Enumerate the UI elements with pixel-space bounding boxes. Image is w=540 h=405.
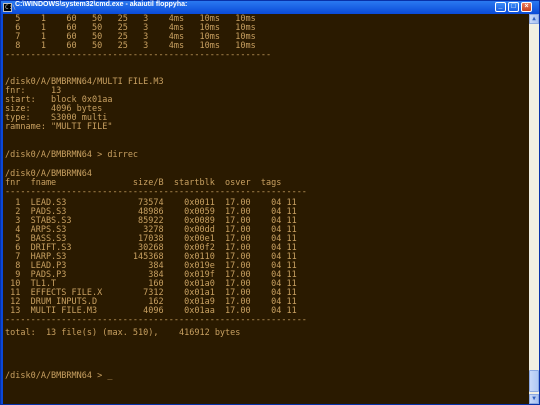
- close-icon: ×: [524, 3, 529, 10]
- minimize-button[interactable]: _: [495, 2, 506, 12]
- scroll-up-button[interactable]: ▲: [529, 14, 539, 24]
- minimize-icon: _: [498, 3, 503, 10]
- console-line: /disk0/A/BMBRMN64 > dirrec: [5, 150, 139, 160]
- maximize-icon: □: [511, 3, 516, 10]
- scroll-up-arrow-icon: ▲: [532, 15, 536, 22]
- cmd-icon[interactable]: C:\: [3, 3, 16, 12]
- window-title: C:\WINDOWS\system32\cmd.exe - akaiutil f…: [15, 1, 188, 8]
- console-window: C:\ C:\WINDOWS\system32\cmd.exe - akaiut…: [0, 0, 540, 405]
- console-line: ----------------------------------------…: [5, 50, 272, 60]
- console-output[interactable]: 5 1 60 50 25 3 4ms 10ms 10ms 6 1 60 50 2…: [3, 14, 529, 404]
- scroll-down-button[interactable]: ▼: [529, 394, 539, 404]
- close-button[interactable]: ×: [521, 2, 532, 12]
- maximize-button[interactable]: □: [508, 2, 519, 12]
- total-summary: total: 13 file(s) (max. 510), 416912 byt…: [5, 328, 241, 338]
- console-line: ----------------------------------------…: [5, 187, 307, 197]
- scroll-down-arrow-icon: ▼: [532, 395, 536, 402]
- command-prompt[interactable]: /disk0/A/BMBRMN64 > _: [5, 371, 112, 382]
- title-bar[interactable]: C:\ C:\WINDOWS\system32\cmd.exe - akaiut…: [1, 1, 539, 14]
- vertical-scrollbar[interactable]: ▲ ▼: [529, 14, 539, 404]
- scrollbar-thumb[interactable]: [529, 370, 539, 392]
- console-line: ----------------------------------------…: [5, 315, 307, 325]
- console-line: ramname: "MULTI FILE": [5, 122, 113, 132]
